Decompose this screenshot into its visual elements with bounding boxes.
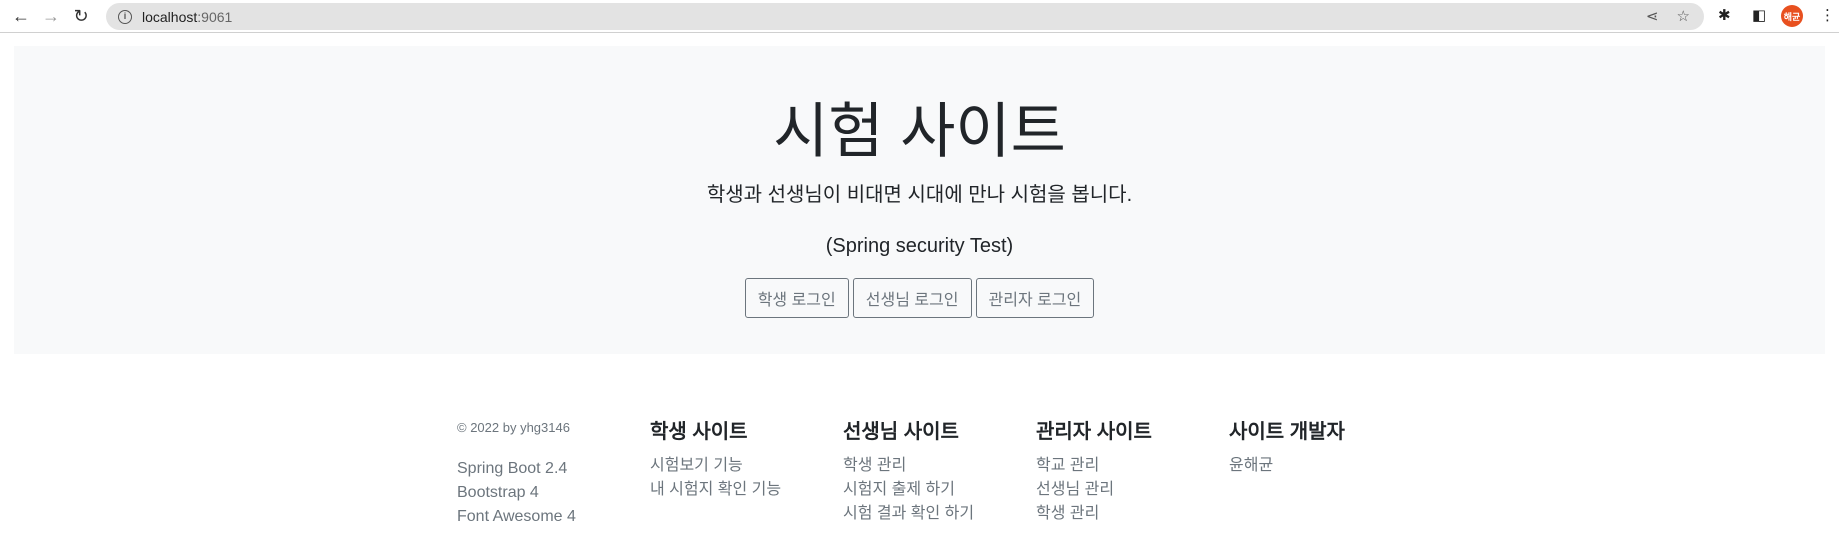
tech-link[interactable]: Spring Boot 2.4 <box>457 457 650 481</box>
student-login-button[interactable]: 학생 로그인 <box>744 278 849 318</box>
tech-link[interactable]: Font Awesome 4 <box>457 505 650 529</box>
footer-link[interactable]: 시험보기 기능 <box>650 454 843 478</box>
footer-heading-teacher: 선생님 사이트 <box>843 421 959 443</box>
hero-jumbotron: 시험 사이트 학생과 선생님이 비대면 시대에 만나 시험을 봅니다. (Spr… <box>14 46 1825 354</box>
footer-link[interactable]: 내 시험지 확인 기능 <box>650 478 843 502</box>
browser-toolbar: ← → ↻ i localhost:9061 ⋖ ☆ ✱ ◧ 해균 ⋮ <box>0 0 1839 33</box>
copyright: © 2022 by yhg3146 <box>457 420 570 435</box>
url-host: localhost <box>142 8 198 25</box>
teacher-login-button[interactable]: 선생님 로그인 <box>852 278 972 318</box>
url-port: :9061 <box>197 8 233 25</box>
footer-link[interactable]: 학생 관리 <box>843 454 1036 478</box>
star-icon[interactable]: ☆ <box>1677 7 1690 25</box>
page-title: 시험 사이트 <box>773 98 1066 165</box>
footer-link[interactable]: 학교 관리 <box>1036 454 1229 478</box>
hero-lead: 학생과 선생님이 비대면 시대에 만나 시험을 봅니다. <box>706 184 1133 206</box>
tech-link[interactable]: Bootstrap 4 <box>457 481 650 505</box>
footer: © 2022 by yhg3146 Spring Boot 2.4 Bootst… <box>457 415 1422 529</box>
footer-link[interactable]: 시험 결과 확인 하기 <box>843 502 1036 526</box>
info-icon[interactable]: i <box>118 9 132 24</box>
footer-heading-developer: 사이트 개발자 <box>1229 421 1345 443</box>
footer-heading-student: 학생 사이트 <box>650 421 748 443</box>
admin-login-button[interactable]: 관리자 로그인 <box>975 278 1095 318</box>
footer-link[interactable]: 윤해균 <box>1229 454 1422 478</box>
reload-icon[interactable]: ↻ <box>68 6 94 27</box>
back-icon[interactable]: ← <box>8 6 34 27</box>
hero-subtitle: (Spring security Test) <box>825 235 1014 257</box>
share-icon[interactable]: ⋖ <box>1646 7 1659 25</box>
menu-icon[interactable]: ⋮ <box>1820 6 1835 24</box>
footer-heading-admin: 관리자 사이트 <box>1036 421 1152 443</box>
address-bar[interactable]: i localhost:9061 ⋖ ☆ <box>106 3 1704 30</box>
footer-link[interactable]: 시험지 출제 하기 <box>843 478 1036 502</box>
forward-icon[interactable]: → <box>38 6 64 27</box>
side-panel-icon[interactable]: ◧ <box>1752 6 1766 24</box>
footer-link[interactable]: 선생님 관리 <box>1036 478 1229 502</box>
avatar[interactable]: 해균 <box>1781 5 1803 27</box>
extensions-icon[interactable]: ✱ <box>1718 6 1731 24</box>
footer-link[interactable]: 학생 관리 <box>1036 502 1229 526</box>
